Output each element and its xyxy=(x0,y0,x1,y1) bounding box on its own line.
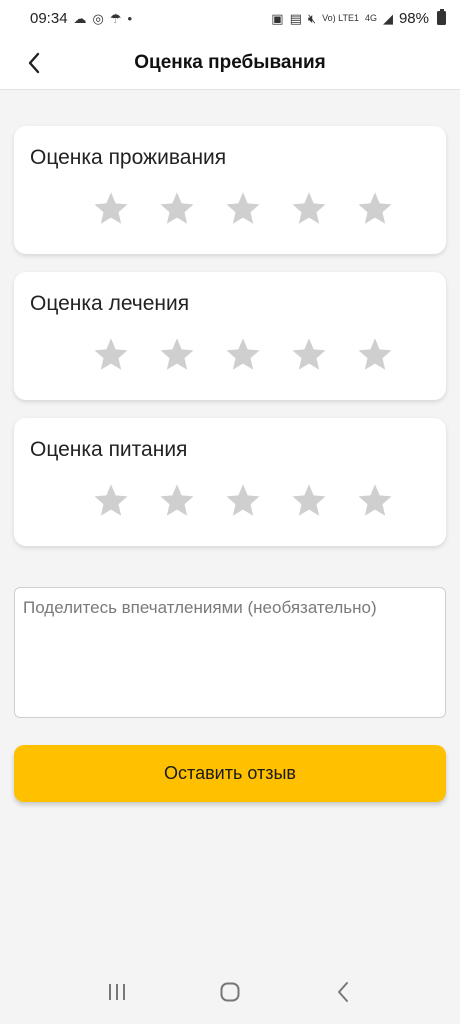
star-4[interactable] xyxy=(276,334,342,374)
star-icon xyxy=(358,192,392,224)
star-icon xyxy=(292,484,326,516)
signal-icon: ◢ xyxy=(382,10,393,26)
submit-review-button[interactable]: Оставить отзыв xyxy=(14,745,446,802)
star-icon xyxy=(160,484,194,516)
recent-apps-button[interactable] xyxy=(97,972,137,1012)
rating-title: Оценка проживания xyxy=(30,146,227,169)
star-icon xyxy=(226,338,260,370)
status-right: ▣ ▤ 🔇︎ Vo) LTE1 4G ◢ 98% xyxy=(271,9,446,27)
rating-card-treatment: Оценка лечения xyxy=(14,272,446,400)
submit-review-label: Оставить отзыв xyxy=(164,763,296,783)
comment-box xyxy=(14,587,446,718)
status-left: 09:34 ☁ ◎ ☂ • xyxy=(30,10,132,27)
star-4[interactable] xyxy=(276,188,342,228)
nav-back-button[interactable] xyxy=(323,972,363,1012)
star-5[interactable] xyxy=(342,188,408,228)
star-icon xyxy=(160,338,194,370)
star-icon xyxy=(94,338,128,370)
status-time: 09:34 xyxy=(30,9,68,27)
home-button[interactable] xyxy=(210,972,250,1012)
star-1[interactable] xyxy=(78,188,144,228)
star-2[interactable] xyxy=(144,188,210,228)
star-icon xyxy=(226,484,260,516)
dot-icon: • xyxy=(127,10,133,26)
system-nav-bar xyxy=(0,960,460,1024)
status-bar: 09:34 ☁ ◎ ☂ • ▣ ▤ 🔇︎ Vo) LTE1 4G ◢ 98% xyxy=(0,0,460,36)
star-2[interactable] xyxy=(144,334,210,374)
sync-icon: ◎ xyxy=(92,10,104,26)
star-3[interactable] xyxy=(210,480,276,520)
star-4[interactable] xyxy=(276,480,342,520)
star-2[interactable] xyxy=(144,480,210,520)
battery-saver-icon: ▣ xyxy=(271,10,284,26)
comment-input[interactable] xyxy=(23,598,437,707)
star-3[interactable] xyxy=(210,188,276,228)
recent-apps-icon xyxy=(108,984,125,1000)
app-header: Оценка пребывания xyxy=(0,36,460,90)
star-icon xyxy=(94,484,128,516)
mute-icon: 🔇︎ xyxy=(307,10,317,26)
star-icon xyxy=(226,192,260,224)
star-3[interactable] xyxy=(210,334,276,374)
home-icon xyxy=(220,982,240,1002)
star-icon xyxy=(292,192,326,224)
rating-title: Оценка питания xyxy=(30,438,188,461)
star-1[interactable] xyxy=(78,480,144,520)
star-5[interactable] xyxy=(342,334,408,374)
star-icon xyxy=(94,192,128,224)
rating-card-accommodation: Оценка проживания xyxy=(14,126,446,254)
chevron-left-icon xyxy=(28,52,40,74)
star-icon xyxy=(358,484,392,516)
star-rating xyxy=(78,334,408,374)
network-type-icon: 4G xyxy=(364,12,377,23)
star-rating xyxy=(78,188,408,228)
star-1[interactable] xyxy=(78,334,144,374)
star-icon xyxy=(160,192,194,224)
rating-card-food: Оценка питания xyxy=(14,418,446,546)
star-icon xyxy=(292,338,326,370)
page-title: Оценка пребывания xyxy=(134,51,326,73)
volte-icon: Vo) LTE1 xyxy=(322,12,359,23)
star-rating xyxy=(78,480,408,520)
battery-icon xyxy=(437,9,446,25)
nfc-icon: ▤ xyxy=(289,10,302,26)
umbrella-icon: ☂ xyxy=(109,10,122,26)
cloud-icon: ☁ xyxy=(73,10,87,26)
nav-back-icon xyxy=(338,982,349,1002)
battery-percent: 98% xyxy=(398,9,429,27)
back-button[interactable] xyxy=(20,49,48,77)
star-5[interactable] xyxy=(342,480,408,520)
rating-title: Оценка лечения xyxy=(30,292,190,315)
star-icon xyxy=(358,338,392,370)
